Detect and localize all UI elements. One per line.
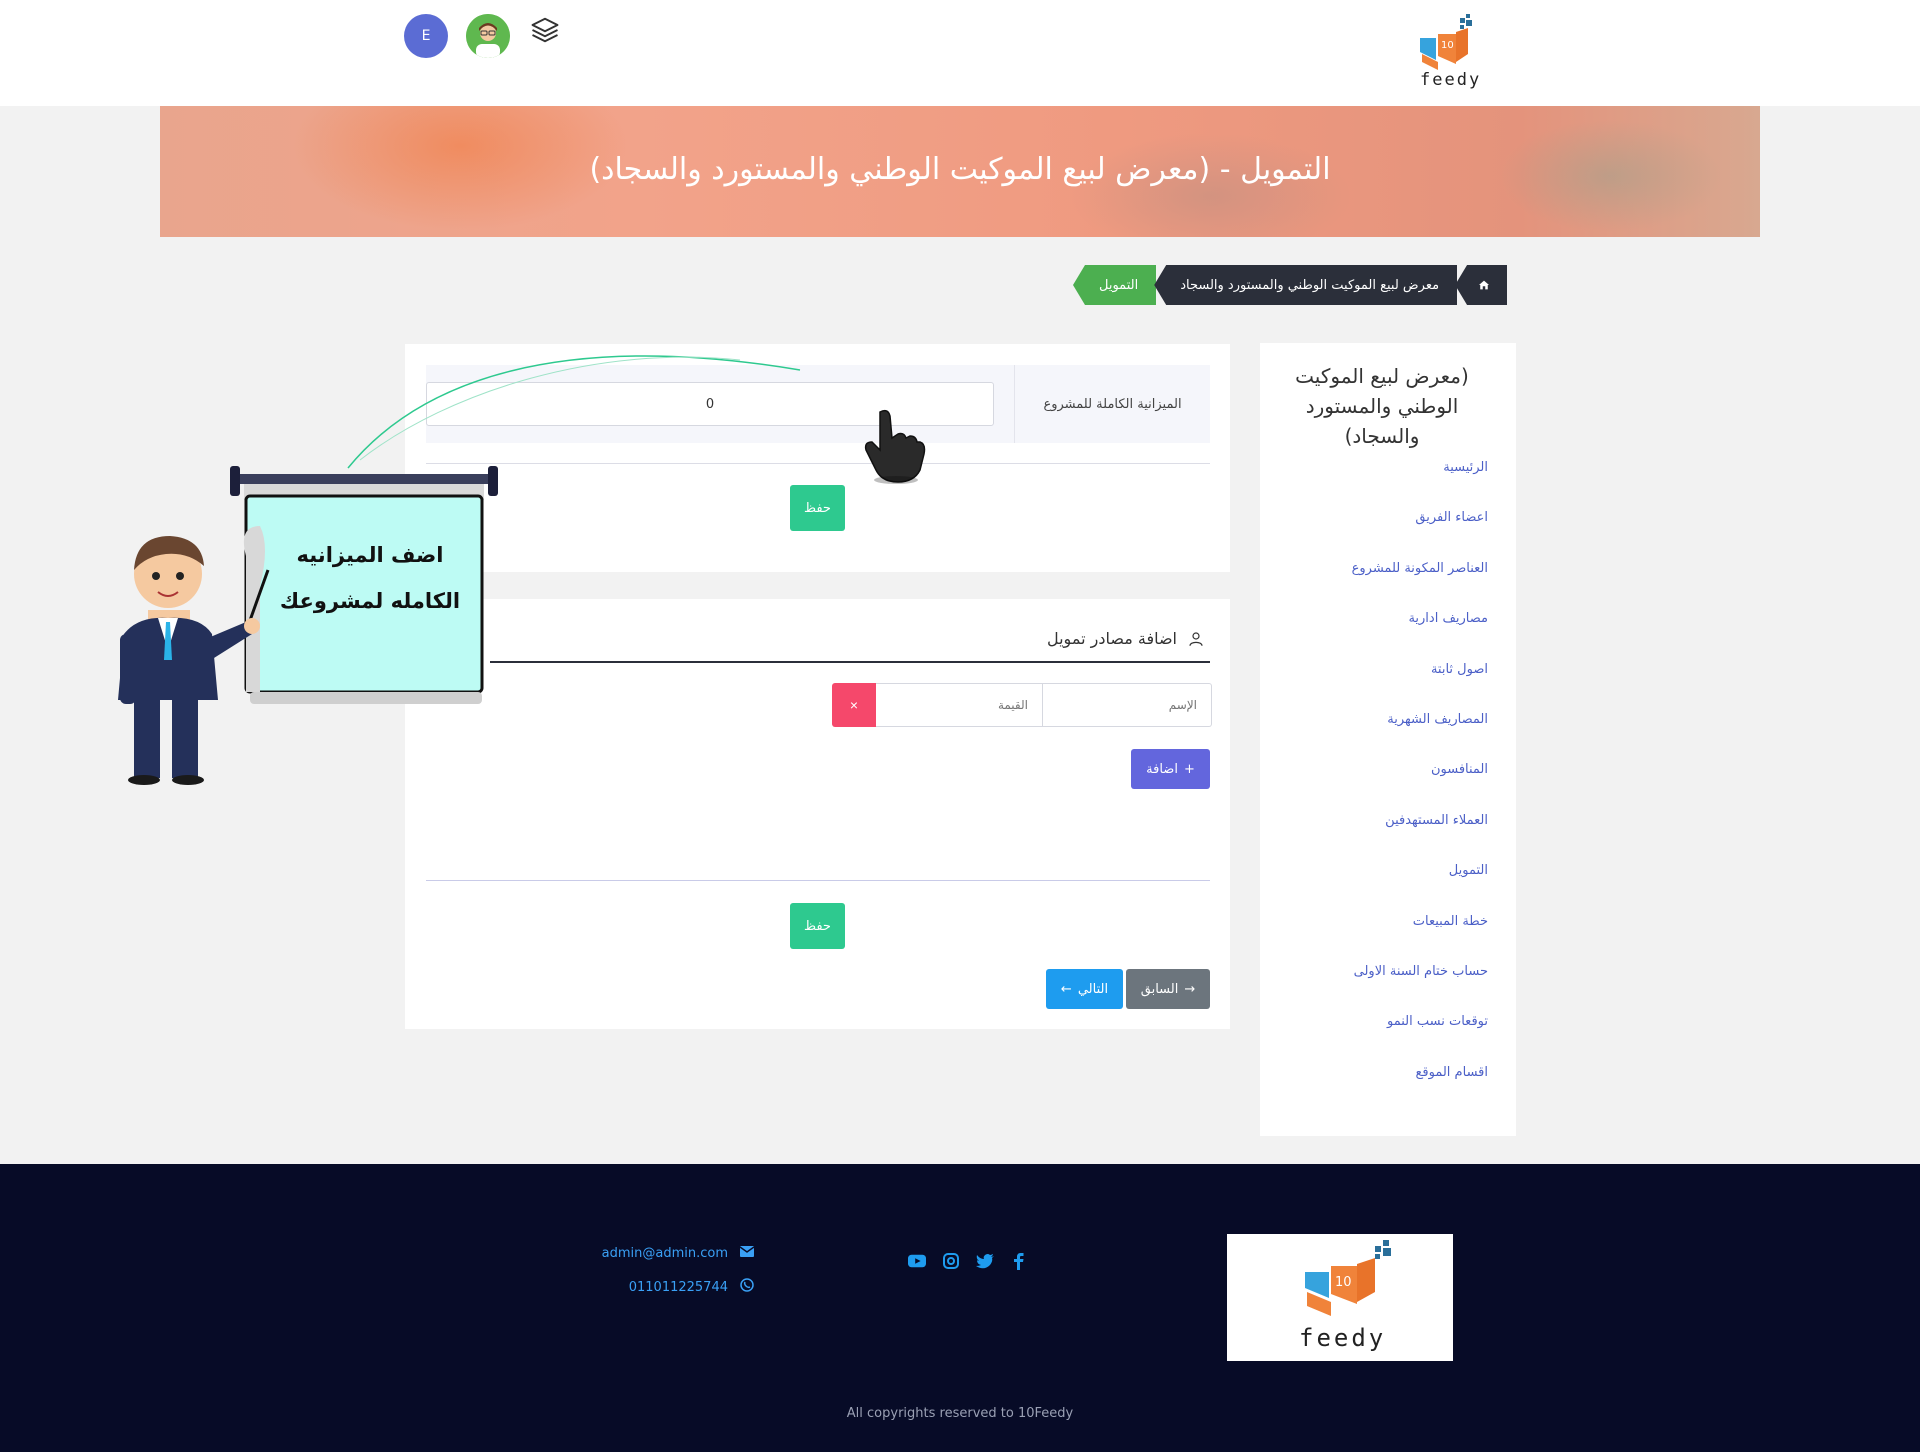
project-sidebar: (معرض لبيع الموكيت الوطني والمستورد والس… (1260, 343, 1516, 1136)
sources-divider (426, 880, 1210, 881)
youtube-icon[interactable] (908, 1252, 926, 1270)
tutorial-line-1: اضف الميزانيه (296, 543, 444, 567)
layers-icon[interactable] (530, 15, 560, 45)
previous-button[interactable]: → السابق (1126, 969, 1210, 1009)
svg-text:10: 10 (1441, 40, 1454, 51)
twitter-icon[interactable] (976, 1252, 994, 1270)
svg-text:10: 10 (1335, 1275, 1352, 1290)
save-budget-button[interactable]: حفظ (790, 485, 845, 531)
footer-contact: admin@admin.com 011011225744 (602, 1236, 755, 1304)
breadcrumb: التمويل معرض لبيع الموكيت الوطني والمستو… (1073, 265, 1508, 305)
sidebar-item-components[interactable]: العناصر المكونة للمشروع (1268, 561, 1488, 612)
sidebar-item-sales-plan[interactable]: خطة المبيعات (1268, 914, 1488, 965)
sidebar-nav: الرئيسية اعضاء الفريق العناصر المكونة لل… (1268, 460, 1488, 1116)
funding-source-row: × (832, 683, 1212, 727)
sidebar-item-growth[interactable]: توقعات نسب النمو (1268, 1015, 1488, 1065)
user-avatar[interactable]: E (404, 14, 448, 58)
home-icon (1479, 280, 1490, 290)
sidebar-item-monthly-expenses[interactable]: المصاريف الشهرية (1268, 712, 1488, 763)
previous-label: السابق (1140, 981, 1179, 997)
sidebar-item-home[interactable]: الرئيسية (1268, 460, 1488, 511)
sidebar-item-funding[interactable]: التمويل (1268, 864, 1488, 914)
instagram-icon[interactable] (942, 1252, 960, 1270)
remove-source-button[interactable]: × (832, 683, 876, 727)
tutorial-line-2: الكامله لمشروعك (279, 589, 461, 613)
section-underline (490, 661, 1210, 663)
breadcrumb-project[interactable]: معرض لبيع الموكيت الوطني والمستورد والسج… (1154, 265, 1458, 305)
tutorial-pointer-curve (347, 355, 801, 469)
teacher-illustration (118, 536, 270, 785)
sidebar-item-site-sections[interactable]: اقسام الموقع (1268, 1065, 1488, 1116)
breadcrumb-home[interactable] (1455, 265, 1508, 305)
sidebar-title: (معرض لبيع الموكيت الوطني والمستورد والس… (1295, 364, 1469, 448)
page-title: التمويل - (معرض لبيع الموكيت الوطني والم… (589, 152, 1331, 187)
arrow-left-icon: ← (1060, 981, 1072, 997)
facebook-icon[interactable] (1010, 1252, 1028, 1270)
hand-pointer-icon (864, 409, 926, 484)
copyright-text: All copyrights reserved to 10Feedy (846, 1406, 1074, 1421)
sidebar-item-target-customers[interactable]: العملاء المستهدفين (1268, 813, 1488, 864)
site-footer: 10 feedy admin@admin.com 011011225744 Al… (0, 1164, 1920, 1452)
logo-mark-icon: 10 (1420, 14, 1472, 70)
footer-logo-text: feedy (1299, 1324, 1387, 1352)
add-source-label: اضافة (1146, 761, 1178, 777)
funding-sources-card: اضافة مصادر تمويل × + اضافة حفظ → السابق… (405, 599, 1230, 1029)
sidebar-item-competitors[interactable]: المنافسون (1268, 763, 1488, 813)
social-links (908, 1252, 1028, 1270)
source-name-input[interactable] (1043, 683, 1212, 727)
source-value-input[interactable] (876, 683, 1043, 727)
user-icon (1189, 631, 1203, 646)
plus-icon: + (1183, 761, 1195, 777)
next-label: التالي (1077, 981, 1109, 997)
funding-sources-title: اضافة مصادر تمويل (1046, 629, 1177, 648)
next-button[interactable]: التالي ← (1046, 969, 1123, 1009)
profile-avatar[interactable] (466, 14, 510, 58)
footer-logo-mark-icon: 10 (1305, 1240, 1391, 1316)
add-source-button[interactable]: + اضافة (1131, 749, 1210, 789)
footer-logo[interactable]: 10 feedy (1227, 1234, 1453, 1361)
arrow-right-icon: → (1184, 981, 1196, 997)
funding-sources-header: اضافة مصادر تمويل (1047, 629, 1205, 648)
sidebar-item-year-end[interactable]: حساب ختام السنة الاولى (1268, 964, 1488, 1015)
sidebar-item-team[interactable]: اعضاء الفريق (1268, 511, 1488, 561)
top-navbar: 10 feedy E (0, 0, 1920, 106)
footer-phone[interactable]: 011011225744 (629, 1280, 728, 1295)
feedy-logo[interactable]: 10 feedy (1416, 14, 1480, 92)
logo-text: feedy (1420, 70, 1482, 90)
envelope-icon (739, 1245, 755, 1261)
save-sources-button[interactable]: حفظ (790, 903, 845, 949)
whatsapp-icon (740, 1278, 754, 1296)
sidebar-item-admin-expenses[interactable]: مصاريف ادارية (1268, 612, 1488, 662)
footer-email[interactable]: admin@admin.com (602, 1246, 728, 1261)
page-banner: التمويل - (معرض لبيع الموكيت الوطني والم… (160, 106, 1760, 237)
person-avatar-icon (466, 14, 510, 58)
sidebar-item-fixed-assets[interactable]: اصول ثابتة (1268, 662, 1488, 713)
budget-label: الميزانية الكاملة للمشروع (1014, 365, 1210, 443)
tutorial-text: اضف الميزانيه الكامله لمشروعك (270, 532, 470, 624)
breadcrumb-current: التمويل (1073, 265, 1157, 305)
